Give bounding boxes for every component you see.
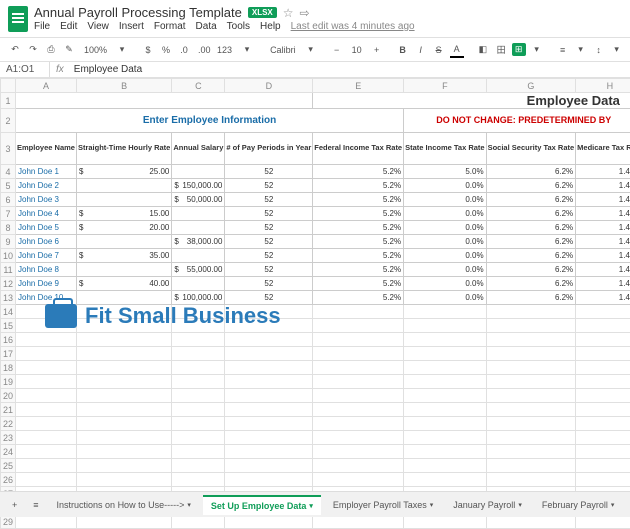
table-row[interactable]: 24 xyxy=(1,445,630,459)
add-sheet-btn[interactable]: + xyxy=(6,498,23,512)
table-row[interactable]: 18 xyxy=(1,361,630,375)
font-select[interactable]: Calibri xyxy=(266,43,300,57)
table-row[interactable]: 10John Doe 7$35.00525.2%0.0%6.2%1.45%$-$… xyxy=(1,249,630,263)
dec-inc-btn[interactable]: .00 xyxy=(195,43,209,57)
table-row[interactable]: 23 xyxy=(1,431,630,445)
menu-format[interactable]: Format xyxy=(154,21,186,32)
spreadsheet-grid[interactable]: ABCDEFGHIJK 1 Employee Data 2 Enter Empl… xyxy=(0,78,630,529)
table-row[interactable]: 17 xyxy=(1,347,630,361)
table-row[interactable]: 26 xyxy=(1,473,630,487)
bold-btn[interactable]: B xyxy=(396,43,410,57)
table-row[interactable]: 19 xyxy=(1,375,630,389)
format-btn[interactable]: 123 xyxy=(213,43,236,57)
fill-color-btn[interactable]: ◧ xyxy=(476,42,490,57)
dec-dec-btn[interactable]: .0 xyxy=(177,43,191,57)
menu-edit[interactable]: Edit xyxy=(60,21,77,32)
font-size[interactable]: 10 xyxy=(348,43,366,57)
sheets-icon[interactable] xyxy=(8,6,28,32)
table-row[interactable]: 20 xyxy=(1,389,630,403)
table-row[interactable]: 5John Doe 2$150,000.00525.2%0.0%6.2%1.45… xyxy=(1,179,630,193)
briefcase-icon xyxy=(45,304,77,328)
halign-btn[interactable]: ≡ xyxy=(556,43,570,57)
text-color-btn[interactable]: A xyxy=(450,42,464,58)
menu-data[interactable]: Data xyxy=(196,21,217,32)
print-icon[interactable]: ⎙ xyxy=(44,42,58,57)
row-2[interactable]: 2 Enter Employee Information DO NOT CHAN… xyxy=(1,109,630,133)
tab-instructions[interactable]: Instructions on How to Use----->▾ xyxy=(49,496,199,514)
table-row[interactable]: 25 xyxy=(1,459,630,473)
tab-january[interactable]: January Payroll▾ xyxy=(445,496,530,514)
borders-btn[interactable]: 田 xyxy=(494,41,508,58)
undo-icon[interactable]: ↶ xyxy=(8,42,22,57)
formula-bar: A1:O1 fx Employee Data xyxy=(0,62,630,78)
redo-icon[interactable]: ↷ xyxy=(26,42,40,57)
section-enter-info[interactable]: Enter Employee Information xyxy=(16,109,404,133)
strike-btn[interactable]: S xyxy=(432,43,446,57)
table-row[interactable]: 6John Doe 3$50,000.00525.2%0.0%6.2%1.45%… xyxy=(1,193,630,207)
table-row[interactable]: 9John Doe 6$38,000.00525.2%0.0%6.2%1.45%… xyxy=(1,235,630,249)
row-1[interactable]: 1 Employee Data xyxy=(1,93,630,109)
valign-btn[interactable]: ↕ xyxy=(592,43,606,57)
table-row[interactable]: 7John Doe 4$15.00525.2%0.0%6.2%1.45%$-$-… xyxy=(1,207,630,221)
menu-help[interactable]: Help xyxy=(260,21,281,32)
star-icon[interactable]: ☆ xyxy=(283,6,294,20)
logo-text: Fit Small Business xyxy=(85,303,281,329)
table-row[interactable]: 4John Doe 1$25.00525.2%5.0%6.2%1.45%$100… xyxy=(1,165,630,179)
last-edit-link[interactable]: Last edit was 4 minutes ago xyxy=(291,21,415,32)
menu-tools[interactable]: Tools xyxy=(227,21,250,32)
title-bar: Annual Payroll Processing Template XLSX … xyxy=(0,0,630,37)
menu-file[interactable]: File xyxy=(34,21,50,32)
italic-btn[interactable]: I xyxy=(414,43,428,57)
fx-label: fx xyxy=(50,62,70,77)
all-sheets-btn[interactable]: ≡ xyxy=(27,498,44,512)
move-icon[interactable]: ⇨ xyxy=(300,6,310,20)
percent-btn[interactable]: % xyxy=(159,43,173,57)
menu-view[interactable]: View xyxy=(87,21,109,32)
table-row[interactable]: 21 xyxy=(1,403,630,417)
tab-setup-employee[interactable]: Set Up Employee Data▾ xyxy=(203,495,321,515)
sheet-tab-bar: + ≡ Instructions on How to Use----->▾ Se… xyxy=(0,491,630,517)
row-3-headers[interactable]: 3 Employee Name Straight-Time Hourly Rat… xyxy=(1,133,630,165)
column-headers[interactable]: ABCDEFGHIJK xyxy=(1,79,630,93)
watermark-logo: Fit Small Business xyxy=(45,303,281,329)
table-row[interactable]: 12John Doe 9$40.00525.2%0.0%6.2%1.45%$-$… xyxy=(1,277,630,291)
table-row[interactable]: 16 xyxy=(1,333,630,347)
tab-employer-taxes[interactable]: Employer Payroll Taxes▾ xyxy=(325,496,441,514)
paint-icon[interactable]: ✎ xyxy=(62,42,76,57)
menu-insert[interactable]: Insert xyxy=(119,21,144,32)
merge-btn[interactable]: ⊞ xyxy=(512,43,526,56)
font-dec-btn[interactable]: − xyxy=(330,43,344,57)
table-row[interactable]: 22 xyxy=(1,417,630,431)
table-row[interactable]: 8John Doe 5$20.00525.2%0.0%6.2%1.45%$-$-… xyxy=(1,221,630,235)
font-inc-btn[interactable]: + xyxy=(370,43,384,57)
section-do-not-change[interactable]: DO NOT CHANGE: PREDETERMINED BY xyxy=(404,109,630,133)
tab-february[interactable]: February Payroll▾ xyxy=(534,496,623,514)
currency-btn[interactable]: $ xyxy=(141,43,155,57)
doc-title[interactable]: Annual Payroll Processing Template xyxy=(34,5,242,20)
toolbar: ↶ ↷ ⎙ ✎ 100%▾ $ % .0 .00 123▾ Calibri▾ −… xyxy=(0,37,630,62)
zoom-select[interactable]: 100% xyxy=(80,43,111,57)
menu-bar: File Edit View Insert Format Data Tools … xyxy=(34,21,415,32)
table-row[interactable]: 11John Doe 8$55,000.00525.2%0.0%6.2%1.45… xyxy=(1,263,630,277)
xlsx-badge: XLSX xyxy=(248,7,277,18)
cell-ref[interactable]: A1:O1 xyxy=(0,62,50,77)
title-cell[interactable]: Employee Data xyxy=(313,93,630,109)
fx-value[interactable]: Employee Data xyxy=(70,62,146,77)
